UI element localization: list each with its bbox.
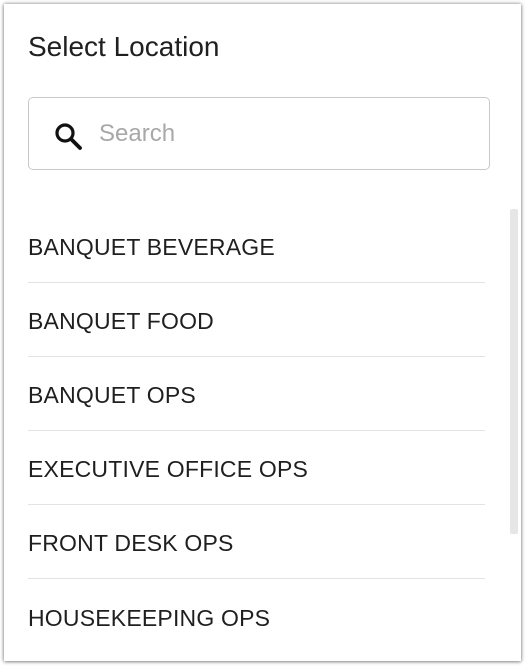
list-item-banquet-food[interactable]: BANQUET FOOD: [28, 283, 485, 357]
list-item-label: EXECUTIVE OFFICE OPS: [28, 456, 309, 482]
search-icon: [55, 123, 82, 150]
list-item-label: HOUSEKEEPING OPS: [28, 604, 271, 631]
list-scrollbar[interactable]: [510, 209, 518, 534]
select-location-dialog: Select Location BANQUET BEVERAGE BANQUET…: [4, 4, 521, 661]
list-item-housekeeping-ops[interactable]: HOUSEKEEPING OPS: [28, 579, 485, 653]
search-box[interactable]: [28, 97, 490, 170]
list-item-label: FRONT DESK OPS: [28, 530, 234, 556]
list-item-banquet-ops[interactable]: BANQUET OPS: [28, 357, 485, 431]
list-item-label: BANQUET OPS: [28, 382, 196, 408]
list-item-executive-office-ops[interactable]: EXECUTIVE OFFICE OPS: [28, 431, 485, 505]
list-item-label: BANQUET BEVERAGE: [28, 233, 275, 260]
list-item-banquet-beverage[interactable]: BANQUET BEVERAGE: [28, 208, 485, 283]
dialog-title: Select Location: [28, 31, 220, 62]
location-list: BANQUET BEVERAGE BANQUET FOOD BANQUET OP…: [28, 208, 485, 653]
list-item-label: BANQUET FOOD: [28, 308, 214, 334]
search-input[interactable]: [99, 113, 469, 155]
list-item-front-desk-ops[interactable]: FRONT DESK OPS: [28, 505, 485, 579]
